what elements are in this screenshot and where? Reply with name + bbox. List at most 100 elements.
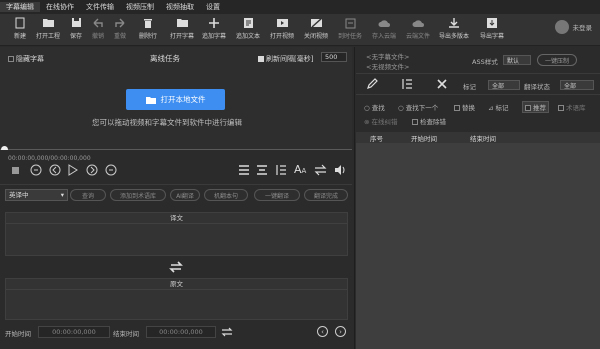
drag-hint: 您可以拖动视频和字幕文件到软件中进行编辑 xyxy=(92,118,242,127)
subtitle-table-body[interactable] xyxy=(356,143,600,349)
start-time-input[interactable]: 00:00:00,000 xyxy=(38,326,110,338)
open-project-button[interactable]: 打开工程 xyxy=(34,16,62,44)
tools-icon[interactable] xyxy=(436,78,448,90)
play-icon[interactable] xyxy=(68,164,78,176)
open-local-file-button[interactable]: 打开本地文件 xyxy=(126,89,225,110)
step-back-icon[interactable] xyxy=(49,164,61,176)
menu-video-extract[interactable]: 视频抽取 xyxy=(160,2,200,12)
divider xyxy=(0,184,352,185)
new-button[interactable]: 新建 xyxy=(6,16,34,44)
start-time-label: 开始时间 xyxy=(5,330,31,338)
list-adjust-icon[interactable] xyxy=(401,78,413,90)
find-label: 查找 xyxy=(371,104,385,112)
original-title: 原文 xyxy=(6,279,347,290)
swap-text-icon[interactable] xyxy=(169,261,183,273)
translate-status-value: 全部 xyxy=(564,82,577,90)
pencil-icon[interactable] xyxy=(366,78,378,90)
export-subtitle-label: 导出字幕 xyxy=(479,33,504,40)
translation-input[interactable] xyxy=(6,224,347,255)
find-next-label: 查找下一个 xyxy=(405,104,439,112)
menu-subtitle-edit[interactable]: 字幕编辑 xyxy=(0,2,40,12)
language-select[interactable]: 英译中 ▾ xyxy=(5,189,68,201)
divider xyxy=(356,94,600,95)
ai-translate-button[interactable]: AI翻译 xyxy=(170,189,200,201)
online-proofread-button[interactable]: ⊗ 在线纠错 xyxy=(364,116,398,126)
refresh-interval-checkbox[interactable]: 刷新间隔[毫秒] xyxy=(258,54,313,64)
export-multi-button[interactable]: 导出多版本 xyxy=(439,16,469,44)
subtitle-file-label: <无字幕文件> xyxy=(366,53,410,61)
open-subtitle-button[interactable]: 打开字幕 xyxy=(168,16,196,44)
replace-button[interactable]: 替换 xyxy=(454,102,475,112)
translate-status-label: 翻译状态 xyxy=(524,83,550,91)
translate-status-select[interactable]: 全部 xyxy=(560,80,594,90)
align-center-icon[interactable] xyxy=(256,164,268,176)
mark-filter-select[interactable]: 全部 xyxy=(488,80,520,90)
column-start-time[interactable]: 开始时间 xyxy=(411,133,437,143)
menu-online-collab[interactable]: 在线协作 xyxy=(40,2,80,12)
open-subtitle-label: 打开字幕 xyxy=(169,33,194,40)
mark-label: 标记 xyxy=(495,104,509,112)
add-subtitle-button[interactable]: 追加字幕 xyxy=(200,16,228,44)
delete-row-button[interactable]: 删除行 xyxy=(134,16,162,44)
terms-button[interactable]: 术语库 xyxy=(558,102,586,112)
one-click-compress-button[interactable]: 一键压制 xyxy=(537,54,577,66)
menu-settings[interactable]: 设置 xyxy=(200,2,226,12)
fast-forward-icon[interactable] xyxy=(105,164,117,176)
ass-style-label: ASS样式 xyxy=(472,58,498,66)
volume-icon[interactable] xyxy=(334,164,346,176)
login-area[interactable]: 未登录 xyxy=(554,20,592,34)
prev-line-icon[interactable]: ‹ xyxy=(317,326,328,337)
translation-panel: 译文 xyxy=(5,212,348,256)
column-index[interactable]: 序号 xyxy=(370,133,383,143)
swap-icon[interactable] xyxy=(314,164,327,176)
save-label: 保存 xyxy=(69,33,82,40)
redo-button[interactable]: 重做 xyxy=(106,16,134,44)
menu-file-transfer[interactable]: 文件传输 xyxy=(80,2,120,12)
close-video-icon xyxy=(309,16,323,29)
redo-icon xyxy=(113,16,127,29)
machine-translate-line-button[interactable]: 机翻本句 xyxy=(204,189,248,201)
open-video-label: 打开视频 xyxy=(269,33,294,40)
font-size-icon[interactable]: AA xyxy=(294,163,306,176)
stop-icon[interactable] xyxy=(12,167,19,174)
recommend-button[interactable]: 推荐 xyxy=(522,101,549,113)
scheduled-task-button[interactable]: 到时任务 xyxy=(336,16,364,44)
line-spacing-icon[interactable] xyxy=(275,164,287,176)
column-end-time[interactable]: 结束时间 xyxy=(470,133,496,143)
find-button[interactable]: ○ 查找 xyxy=(364,102,385,112)
video-area-header: 隐藏字幕 离线任务 刷新间隔[毫秒] 500 xyxy=(0,52,352,64)
query-button[interactable]: 查询 xyxy=(70,189,106,201)
check-duplicate-checkbox[interactable]: 检查除错 xyxy=(412,116,446,126)
playback-bar: 00:00:00,000/00:00:00,000 AA xyxy=(0,150,352,183)
next-line-icon[interactable]: › xyxy=(335,326,346,337)
end-time-input[interactable]: 00:00:00,000 xyxy=(146,326,216,338)
timecode: 00:00:00,000/00:00:00,000 xyxy=(8,155,91,162)
cloud-save-button[interactable]: 存入云端 xyxy=(370,16,398,44)
cloud-files-button[interactable]: 云端文件 xyxy=(404,16,432,44)
menu-video-compress[interactable]: 视频压制 xyxy=(120,2,160,12)
translate-done-button[interactable]: 翻译完成 xyxy=(304,189,348,201)
divider xyxy=(356,73,600,74)
refresh-interval-input[interactable]: 500 xyxy=(321,52,347,62)
undo-label: 撤销 xyxy=(91,33,104,40)
ass-style-select[interactable]: 默认 xyxy=(503,55,531,65)
add-text-button[interactable]: 追加文本 xyxy=(234,16,262,44)
export-subtitle-button[interactable]: 导出字幕 xyxy=(478,16,506,44)
original-input[interactable] xyxy=(6,290,347,319)
check-duplicate-label: 检查除错 xyxy=(420,118,446,126)
add-text-icon xyxy=(241,16,255,29)
open-video-icon xyxy=(275,16,289,29)
add-to-glossary-button[interactable]: 添加到术语库 xyxy=(110,189,166,201)
align-left-icon[interactable] xyxy=(238,164,250,176)
rewind-icon[interactable] xyxy=(30,164,42,176)
step-forward-icon[interactable] xyxy=(86,164,98,176)
one-click-translate-button[interactable]: 一键翻译 xyxy=(254,189,300,201)
close-video-button[interactable]: 关闭视频 xyxy=(302,16,330,44)
hide-subtitle-checkbox[interactable]: 隐藏字幕 xyxy=(8,54,44,64)
online-proofread-label: 在线纠错 xyxy=(371,118,398,126)
find-next-button[interactable]: ○ 查找下一个 xyxy=(398,102,438,112)
open-video-button[interactable]: 打开视频 xyxy=(268,16,296,44)
mark-button[interactable]: ⊿ 标记 xyxy=(488,102,509,112)
swap-time-icon[interactable] xyxy=(221,326,233,338)
replace-label: 替换 xyxy=(462,104,475,112)
